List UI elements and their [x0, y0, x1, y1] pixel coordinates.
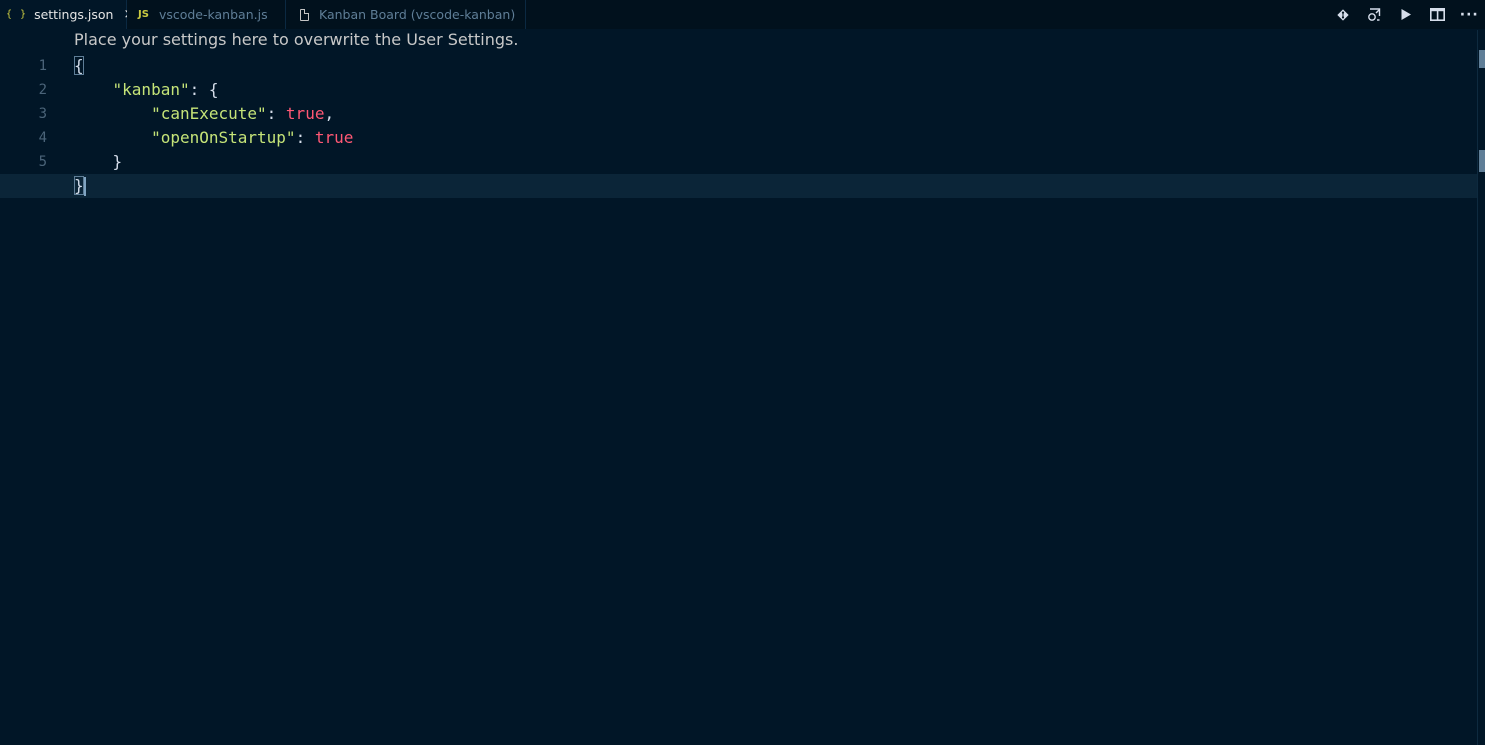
tab-bar: { } settings.json × JS vscode-kanban.js … — [0, 0, 1485, 29]
code-line[interactable]: { — [74, 54, 1477, 78]
open-brace: { — [74, 56, 84, 75]
close-brace: } — [74, 152, 123, 171]
json-key: "canExecute" — [151, 104, 267, 123]
json-boolean: true — [285, 104, 325, 123]
punctuation: : — [295, 128, 315, 147]
vertical-scrollbar[interactable] — [1477, 30, 1485, 745]
editor-window: { } settings.json × JS vscode-kanban.js … — [0, 0, 1485, 745]
json-file-icon: { } — [6, 9, 28, 20]
tab-settings-json[interactable]: { } settings.json × — [0, 0, 134, 29]
text-cursor — [83, 177, 86, 196]
tab-vscode-kanban-js[interactable]: JS vscode-kanban.js — [127, 0, 286, 29]
editor-actions: ··· — [1328, 0, 1485, 29]
code-line-current[interactable]: } — [0, 174, 1477, 198]
json-key: "kanban" — [112, 80, 190, 99]
settings-hint: Place your settings here to overwrite th… — [74, 30, 519, 49]
line-number: 1 — [38, 58, 47, 74]
close-brace: } — [74, 176, 84, 195]
line-number: 3 — [38, 106, 47, 122]
code-line[interactable]: "openOnStartup": true — [74, 126, 1477, 150]
git-compare-icon[interactable] — [1328, 0, 1360, 29]
line-number: 2 — [38, 82, 47, 98]
code-editor[interactable]: { "kanban": { "canExecute": true, "openO… — [0, 54, 1477, 198]
more-actions-icon[interactable]: ··· — [1454, 0, 1485, 29]
file-icon — [300, 8, 309, 21]
ruler-mark — [1479, 50, 1485, 68]
punctuation: : — [266, 104, 286, 123]
run-icon[interactable] — [1391, 0, 1423, 29]
code-line[interactable]: } — [74, 150, 1477, 174]
code-line[interactable]: "canExecute": true, — [74, 102, 1477, 126]
split-editor-icon[interactable] — [1422, 0, 1454, 29]
tab-label: Kanban Board (vscode-kanban) — [319, 7, 516, 22]
open-changes-icon[interactable] — [1359, 0, 1391, 29]
tab-kanban-board[interactable]: Kanban Board (vscode-kanban) — [286, 0, 526, 29]
code-line[interactable]: "kanban": { — [74, 78, 1477, 102]
json-key: "openOnStartup" — [151, 128, 296, 147]
ruler-mark — [1479, 150, 1485, 172]
line-number: 4 — [38, 130, 47, 146]
json-boolean: true — [314, 128, 354, 147]
punctuation: , — [324, 104, 335, 123]
tab-label: settings.json — [34, 7, 114, 22]
more-actions-label: ··· — [1459, 6, 1479, 23]
js-file-icon: JS — [138, 9, 149, 20]
tab-label: vscode-kanban.js — [158, 7, 268, 22]
punctuation: : { — [189, 80, 219, 99]
line-number: 5 — [38, 154, 47, 170]
